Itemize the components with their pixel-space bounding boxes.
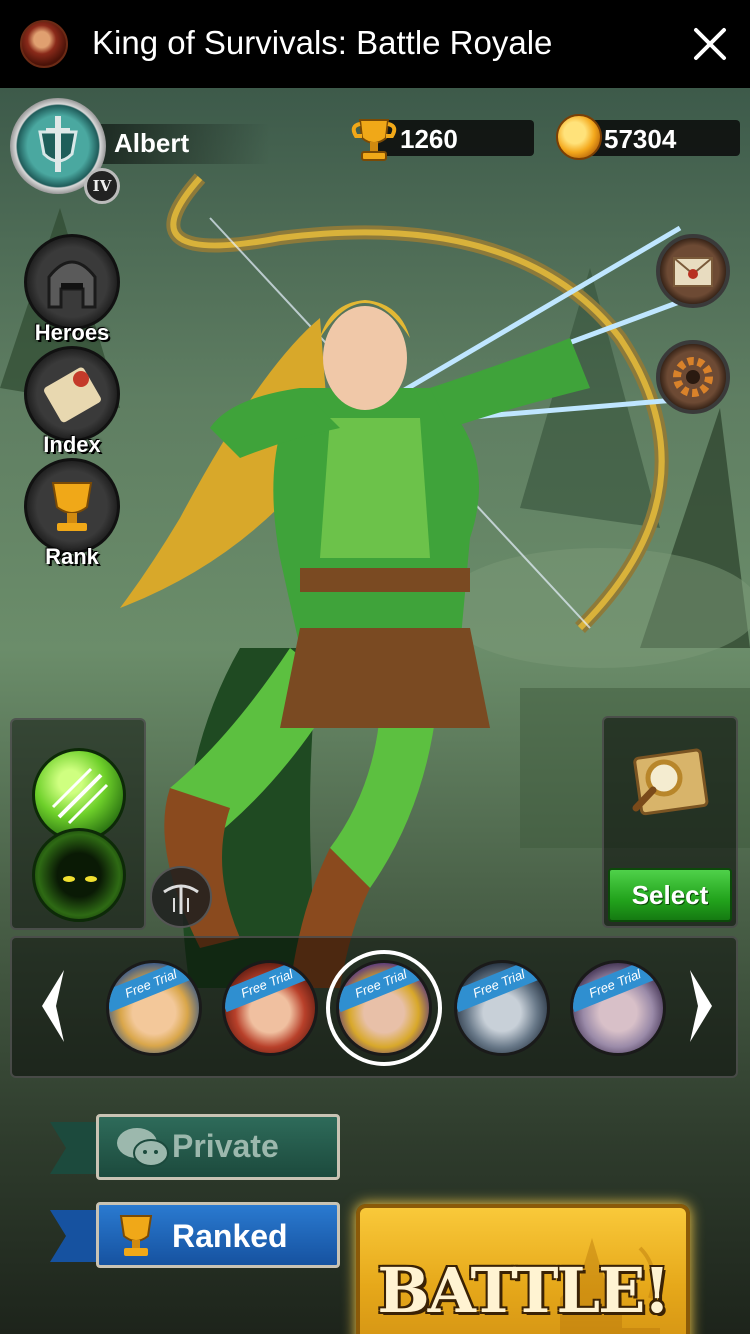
trophy-icon [119, 1215, 153, 1256]
coin-icon [556, 114, 602, 160]
mail-button[interactable] [656, 234, 730, 308]
carousel-prev-arrow[interactable] [38, 966, 68, 1046]
rank-button[interactable] [24, 458, 120, 554]
wechat-icon [117, 1128, 169, 1167]
close-icon[interactable] [692, 26, 728, 62]
coin-count: 57304 [604, 124, 677, 154]
hero-portrait-dark-elf[interactable]: Free Trial [570, 960, 666, 1056]
helmet-icon [47, 260, 97, 309]
crossbow-icon [163, 884, 199, 914]
index-button[interactable] [24, 346, 120, 442]
mail-icon [673, 257, 713, 287]
arrows-icon [51, 767, 109, 825]
rank-label: Rank [45, 544, 99, 569]
settings-button[interactable] [656, 340, 730, 414]
trophy-count: 1260 [400, 124, 458, 154]
heroes-label: Heroes [34, 320, 110, 345]
player-name: Albert [114, 128, 190, 158]
private-mode-label: Private [172, 1128, 279, 1164]
heroes-button[interactable] [24, 234, 120, 330]
hero-portrait-blonde-girl[interactable]: Free Trial [106, 960, 202, 1056]
glowing-eyes-icon [63, 876, 97, 882]
hero-portrait-werewolf[interactable]: Free Trial [454, 960, 550, 1056]
crossbow-weapon-badge[interactable] [150, 866, 212, 928]
rank-level-badge: IV [84, 168, 120, 204]
ranked-mode-label: Ranked [172, 1218, 288, 1254]
select-map-button[interactable]: Select [608, 868, 732, 922]
hud: IV Albert 1260 57304 Heroes Index Rank S… [0, 88, 750, 1334]
app-title: King of Survivals: Battle Royale [92, 24, 553, 61]
magnifier-map-icon[interactable] [620, 738, 720, 828]
trophy-icon [51, 482, 93, 531]
hero-portrait-red-hood[interactable]: Free Trial [222, 960, 318, 1056]
trophy-icon [351, 119, 397, 161]
hero-portrait-elf-archer[interactable]: Free Trial [336, 960, 432, 1056]
scroll-icon [44, 367, 101, 423]
carousel-next-arrow[interactable] [686, 966, 716, 1046]
shadow-skill-icon[interactable] [32, 828, 126, 922]
app-icon [20, 20, 68, 68]
index-label: Index [43, 432, 101, 457]
title-bar: King of Survivals: Battle Royale [0, 0, 750, 88]
battle-label: BATTLE! [377, 1254, 670, 1327]
gear-icon [673, 357, 713, 397]
